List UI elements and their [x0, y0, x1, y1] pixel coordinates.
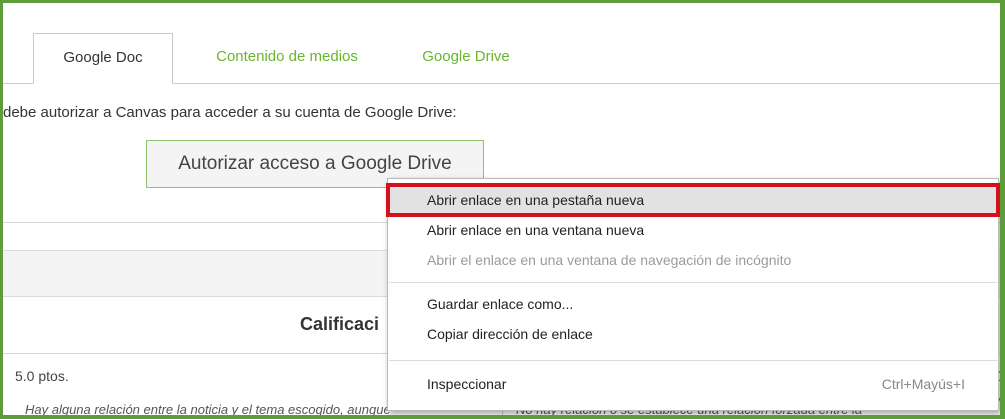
screenshot-frame: Google Doc Contenido de medios Google Dr… [0, 0, 1005, 419]
tab-bar: Google Doc Contenido de medios Google Dr… [3, 3, 1000, 84]
menu-copy-link-address[interactable]: Copiar dirección de enlace [389, 320, 997, 348]
menu-separator [389, 282, 997, 283]
points-left: 5.0 ptos. [15, 368, 69, 384]
menu-inspect-shortcut: Ctrl+Mayús+I [881, 376, 965, 392]
menu-open-new-window[interactable]: Abrir enlace en una ventana nueva [389, 216, 997, 244]
criterion-left: Hay alguna relación entre la noticia y e… [25, 402, 391, 417]
menu-open-new-tab[interactable]: Abrir enlace en una pestaña nueva [386, 183, 1000, 217]
tab-contenido-de-medios[interactable]: Contenido de medios [192, 33, 382, 82]
context-menu: Abrir enlace en una pestaña nueva Abrir … [386, 178, 1000, 411]
menu-inspect[interactable]: Inspeccionar Ctrl+Mayús+I [389, 370, 997, 398]
tab-google-doc[interactable]: Google Doc [33, 33, 173, 84]
menu-save-link-as[interactable]: Guardar enlace como... [389, 290, 997, 318]
tab-google-drive[interactable]: Google Drive [401, 33, 531, 82]
menu-open-incognito: Abrir el enlace en una ventana de navega… [427, 252, 792, 268]
menu-inspect-label: Inspeccionar [427, 376, 507, 392]
auth-message: debe autorizar a Canvas para acceder a s… [3, 104, 457, 121]
column-heading: Calificaci [300, 314, 380, 334]
menu-separator [389, 360, 997, 361]
